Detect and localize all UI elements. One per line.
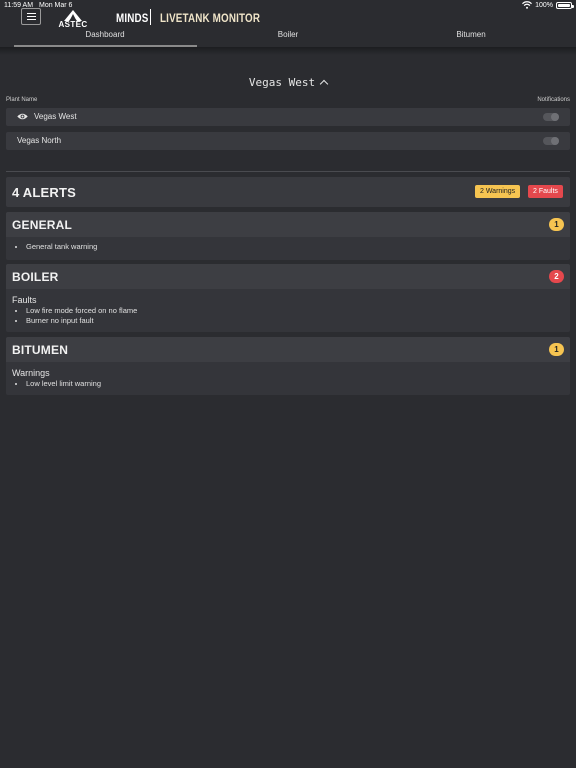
plant-selector[interactable]: Vegas West bbox=[0, 76, 576, 89]
alert-list: General tank warning bbox=[12, 242, 564, 252]
alerts-summary: 4 ALERTS 2 Warnings 2 Faults bbox=[6, 177, 570, 207]
eye-icon bbox=[17, 113, 28, 120]
alert-subheading: Warnings bbox=[12, 368, 50, 378]
alert-item: Burner no input fault bbox=[26, 316, 564, 326]
alert-item: General tank warning bbox=[26, 242, 564, 252]
alert-count-badge: 1 bbox=[549, 343, 564, 356]
plant-name-column-label: Plant Name bbox=[6, 97, 38, 103]
status-bar: 11:59 AM Mon Mar 6 100% bbox=[0, 0, 576, 12]
plant-row-vegas-north[interactable]: Vegas North bbox=[6, 132, 570, 150]
status-time: 11:59 AM bbox=[4, 2, 34, 9]
alert-card-general: GENERAL 1 General tank warning bbox=[6, 212, 570, 260]
notifications-toggle[interactable] bbox=[543, 137, 559, 145]
status-right: 100% bbox=[522, 1, 574, 9]
plant-name: Vegas North bbox=[17, 136, 62, 145]
plant-selector-label: Vegas West bbox=[248, 76, 316, 89]
battery-fill bbox=[558, 3, 570, 7]
tab-bitumen[interactable]: Bitumen bbox=[411, 30, 531, 39]
tab-dashboard[interactable]: Dashboard bbox=[45, 30, 165, 39]
battery-icon bbox=[556, 1, 574, 9]
toggle-knob bbox=[551, 113, 559, 121]
wifi-icon bbox=[522, 1, 533, 9]
alert-count-badge: 1 bbox=[549, 218, 564, 231]
warnings-badge[interactable]: 2 Warnings bbox=[475, 185, 521, 198]
alert-card-bitumen: BITUMEN 1 Warnings Low level limit warni… bbox=[6, 337, 570, 395]
alert-count-badge: 2 bbox=[549, 270, 564, 283]
alert-card-title: BITUMEN bbox=[12, 343, 69, 357]
alerts-count-title: 4 ALERTS bbox=[12, 185, 76, 200]
notifications-toggle[interactable] bbox=[543, 113, 559, 121]
notifications-column-label: Notifications bbox=[537, 97, 570, 103]
alert-list: Low fire mode forced on no flame Burner … bbox=[12, 306, 564, 326]
alert-card-body: General tank warning bbox=[6, 237, 570, 258]
alert-card-header[interactable]: BOILER 2 bbox=[6, 264, 570, 289]
header-shadow bbox=[0, 47, 576, 55]
toggle-knob bbox=[551, 137, 559, 145]
alert-card-body: Faults Low fire mode forced on no flame … bbox=[6, 289, 570, 332]
alert-card-body: Warnings Low level limit warning bbox=[6, 362, 570, 395]
app-title: LIVETANK MONITOR bbox=[160, 11, 261, 25]
alert-item: Low fire mode forced on no flame bbox=[26, 306, 564, 316]
alert-item: Low level limit warning bbox=[26, 379, 564, 389]
tab-boiler[interactable]: Boiler bbox=[228, 30, 348, 39]
battery-percent: 100% bbox=[535, 1, 553, 9]
alert-card-header[interactable]: GENERAL 1 bbox=[6, 212, 570, 237]
astec-logo: ASTEC bbox=[55, 10, 91, 30]
faults-badge[interactable]: 2 Faults bbox=[528, 185, 563, 198]
alert-subheading: Faults bbox=[12, 295, 37, 305]
chevron-up-icon bbox=[319, 79, 329, 89]
plant-name: Vegas West bbox=[34, 112, 77, 121]
status-date: Mon Mar 6 bbox=[39, 2, 73, 9]
section-divider bbox=[6, 171, 570, 172]
alert-card-header[interactable]: BITUMEN 1 bbox=[6, 337, 570, 362]
alert-card-title: BOILER bbox=[12, 270, 59, 284]
tab-bar: Dashboard Boiler Bitumen bbox=[0, 28, 576, 48]
alert-list: Low level limit warning bbox=[12, 379, 564, 389]
hamburger-icon bbox=[26, 13, 36, 21]
alert-card-title: GENERAL bbox=[12, 218, 73, 232]
alert-card-boiler: BOILER 2 Faults Low fire mode forced on … bbox=[6, 264, 570, 332]
plant-row-vegas-west[interactable]: Vegas West bbox=[6, 108, 570, 126]
brand-name: MINDS bbox=[116, 11, 149, 25]
